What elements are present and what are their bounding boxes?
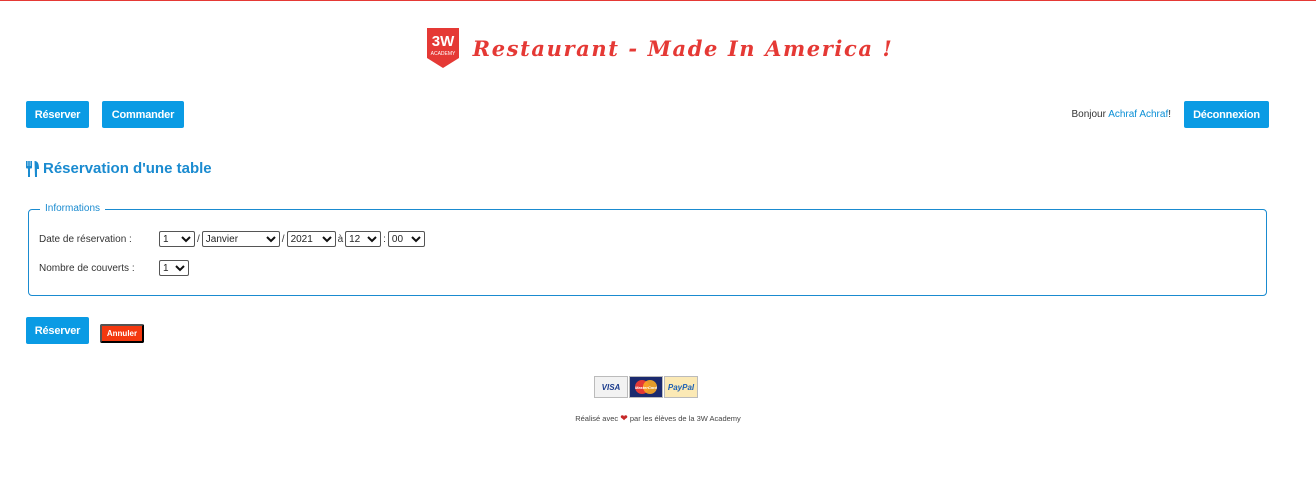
date-separator: /	[197, 233, 200, 245]
fieldset-legend: Informations	[40, 203, 106, 214]
chevron-down-icon	[411, 235, 421, 242]
informations-fieldset: Informations Date de réservation : 1 / J…	[28, 203, 1267, 296]
covers-select[interactable]: 1	[159, 260, 189, 276]
svg-text:ACADEMY: ACADEMY	[430, 51, 455, 57]
submit-reservation-button[interactable]: Réserver	[26, 317, 89, 344]
nav-reserver-button[interactable]: Réserver	[26, 101, 89, 128]
chevron-down-icon	[175, 264, 185, 271]
greeting-suffix: !	[1168, 109, 1171, 120]
page-title: Réservation d'une table	[26, 160, 212, 177]
3w-academy-logo[interactable]: 3W ACADEMY	[425, 27, 461, 69]
year-select[interactable]: 2021	[286, 231, 336, 247]
heart-icon: ❤	[620, 413, 628, 423]
mastercard-logo: MasterCard	[629, 376, 663, 398]
covers-label: Nombre de couverts :	[39, 262, 135, 274]
svg-text:3W: 3W	[431, 33, 454, 50]
hour-select[interactable]: 12	[345, 231, 382, 247]
site-title: Restaurant - Made In America !	[472, 35, 894, 61]
minute-select[interactable]: 00	[387, 231, 425, 247]
footer-prefix: Réalisé avec	[575, 414, 619, 423]
utensils-icon	[26, 160, 39, 177]
svg-text:MasterCard: MasterCard	[635, 385, 658, 390]
logout-button[interactable]: Déconnexion	[1184, 101, 1269, 128]
footer-suffix: par les élèves de la 3W Academy	[629, 414, 741, 423]
site-header: 3W ACADEMY Restaurant - Made In America …	[0, 26, 1316, 70]
footer: Réalisé avec ❤ par les élèves de la 3W A…	[0, 413, 1316, 424]
day-select[interactable]: 1	[159, 231, 195, 247]
chevron-down-icon	[321, 235, 332, 242]
visa-logo: VISA	[594, 376, 628, 398]
chevron-down-icon	[266, 235, 276, 242]
section-title-text: Réservation d'une table	[43, 160, 212, 177]
paypal-logo: PayPal	[664, 376, 698, 398]
month-select[interactable]: Janvier	[201, 231, 280, 247]
chevron-down-icon	[367, 235, 377, 242]
date-row: Date de réservation : 1 / Janvier / 2021…	[39, 231, 425, 247]
greeting-prefix: Bonjour	[1071, 109, 1106, 120]
user-name[interactable]: Achraf Achraf	[1108, 109, 1168, 120]
payment-methods: VISA MasterCard PayPal	[594, 376, 698, 398]
covers-row: Nombre de couverts : 1	[39, 260, 189, 276]
nav-commander-button[interactable]: Commander	[102, 101, 184, 128]
time-separator-a: à	[337, 233, 344, 245]
date-label: Date de réservation :	[39, 233, 132, 245]
cancel-button[interactable]: Annuler	[100, 324, 144, 343]
time-separator-colon: :	[383, 233, 386, 245]
user-greeting: Bonjour Achraf Achraf!	[1071, 109, 1171, 120]
date-separator: /	[281, 233, 285, 245]
chevron-down-icon	[181, 235, 191, 242]
